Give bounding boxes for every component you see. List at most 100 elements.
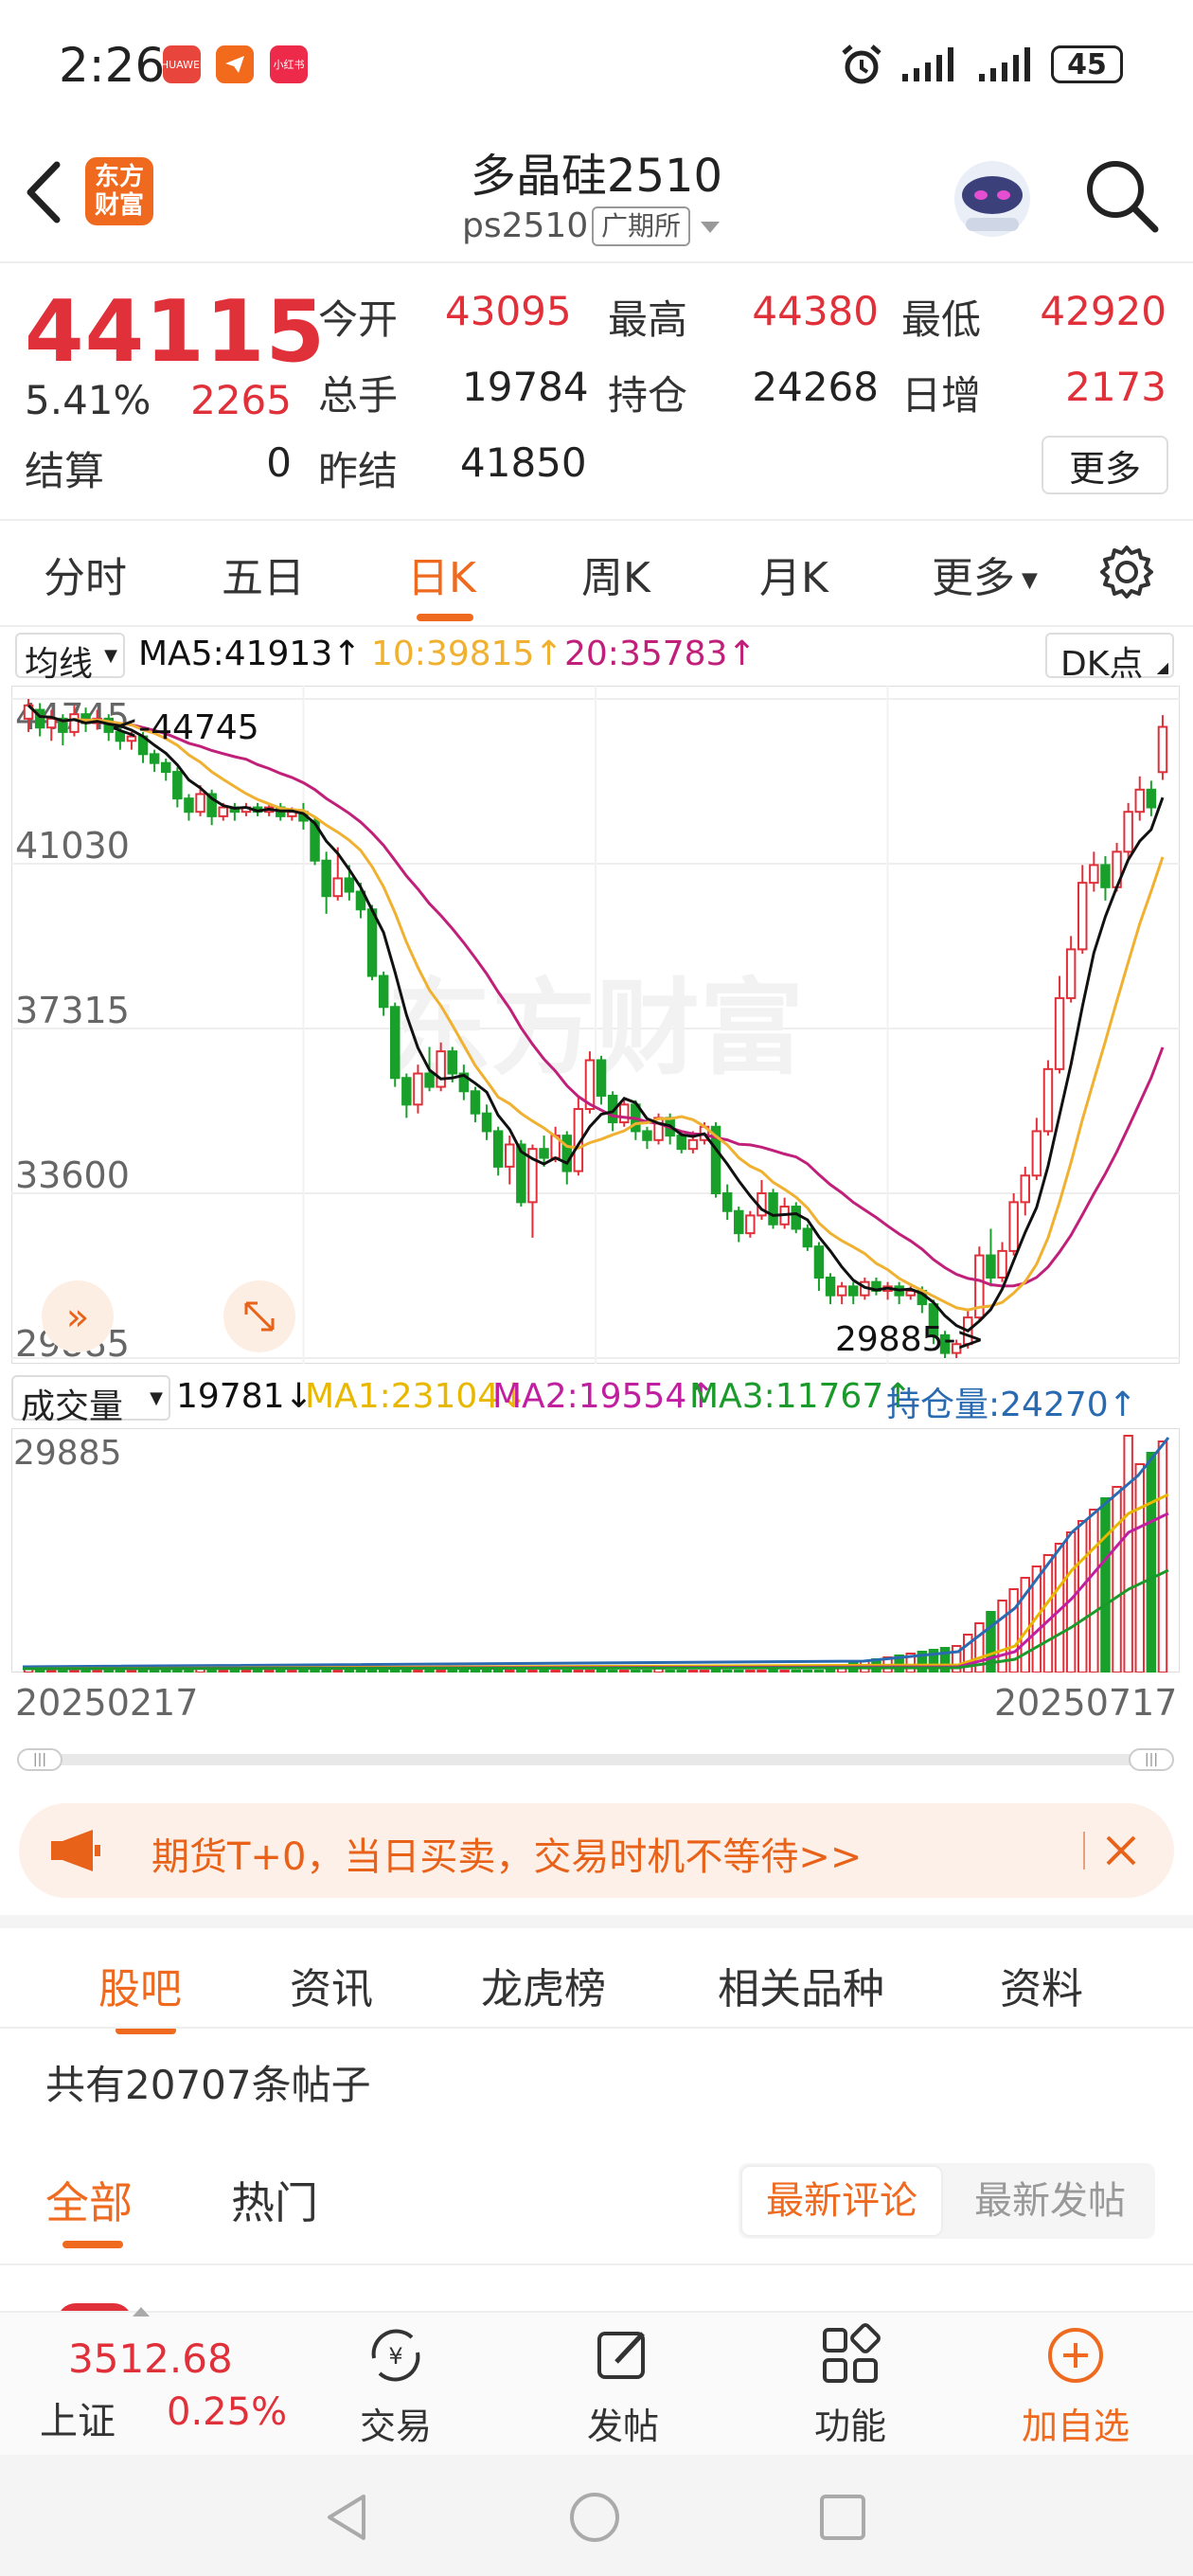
volume-bar	[332, 1670, 343, 1673]
tab-intraday[interactable]: 分时	[44, 544, 127, 604]
post-button[interactable]: 发帖	[557, 2322, 689, 2449]
chart-range-scrollbar[interactable]: ||| |||	[17, 1748, 1174, 1771]
range-handle-right[interactable]: |||	[1129, 1748, 1174, 1771]
edit-icon	[597, 2332, 645, 2379]
tab-monthly-k[interactable]: 月K	[759, 544, 828, 604]
tab-guba[interactable]: 股吧	[98, 1955, 182, 2015]
volume-bar	[550, 1670, 561, 1673]
tab-dragon-tiger[interactable]: 龙虎榜	[481, 1955, 606, 2015]
volume-bar	[699, 1670, 710, 1673]
index-name: 上证	[40, 2400, 116, 2443]
volume-bar	[206, 1670, 217, 1673]
y-tick-label: 41030	[15, 825, 130, 867]
contract-code: ps2510	[462, 206, 589, 245]
tab-news[interactable]: 资讯	[290, 1955, 373, 2015]
more-quote-button[interactable]: 更多	[1042, 436, 1168, 494]
candle-body	[619, 1103, 630, 1124]
oi-label: 持仓	[608, 372, 688, 419]
add-watchlist-label: 加自选	[1021, 2406, 1130, 2447]
robot-assistant-icon[interactable]	[947, 152, 1038, 242]
vol-ma2-value: MA2:19554↑	[492, 1377, 716, 1416]
tab-more[interactable]: 更多 ▼	[932, 544, 1038, 604]
volume-bar	[631, 1670, 641, 1673]
candle-body	[802, 1227, 813, 1248]
alarm-icon	[842, 45, 881, 84]
volume-bar	[516, 1670, 526, 1673]
tab-weekly-k[interactable]: 周K	[581, 544, 650, 604]
candle-body	[676, 1135, 686, 1151]
candle-body	[1146, 788, 1157, 809]
ma-selector[interactable]: 均线 ▼	[15, 633, 125, 684]
tab-daily-k[interactable]: 日K	[407, 544, 476, 604]
prev-settle-label: 昨结	[318, 448, 399, 494]
gear-icon[interactable]	[1098, 544, 1155, 600]
volume-bar	[1157, 1440, 1168, 1673]
paper-plane-app-icon	[216, 45, 254, 83]
bottom-toolbar: 3512.68 上证 0.25% ¥ 交易 发帖 功能 加自选	[0, 2307, 1193, 2457]
signal-icon-2	[979, 47, 1030, 81]
vol-ma3-line	[22, 1568, 1169, 1671]
volume-selector[interactable]: 成交量 ▼	[11, 1375, 170, 1426]
volume-bar	[172, 1670, 183, 1673]
filter-hot[interactable]: 热门	[231, 2169, 318, 2231]
candle-body	[791, 1206, 801, 1230]
low-marker: 29885->	[835, 1320, 985, 1359]
oi-value: 24268	[752, 364, 879, 410]
tab-profile[interactable]: 资料	[1000, 1955, 1083, 2015]
status-bar: 2:26 HUAWEI 小红书 45	[0, 0, 1193, 142]
post-label: 发帖	[586, 2406, 659, 2447]
trade-button[interactable]: ¥ 交易	[329, 2322, 462, 2449]
add-watchlist-button[interactable]: 加自选	[1009, 2322, 1142, 2449]
dk-point-button[interactable]: DK点 ◢	[1045, 633, 1174, 684]
forum-tabs: 股吧 资讯 龙虎榜 相关品种 资料	[0, 1915, 1193, 2042]
tab-five-day[interactable]: 五日	[222, 544, 305, 604]
tab-related[interactable]: 相关品种	[718, 1955, 884, 2015]
start-date: 20250217	[15, 1682, 199, 1724]
candle-body	[1065, 948, 1077, 999]
range-handle-left[interactable]: |||	[17, 1748, 62, 1771]
triangle-up-icon	[133, 2307, 150, 2317]
candle-body	[825, 1276, 836, 1297]
filter-all[interactable]: 全部	[45, 2169, 133, 2231]
volume-bar	[126, 1670, 137, 1673]
volume-bar	[676, 1670, 686, 1673]
settle-label: 结算	[25, 448, 105, 494]
volume-bar	[58, 1670, 68, 1673]
y-tick-label: 37315	[15, 990, 130, 1031]
active-tab-indicator	[417, 614, 473, 621]
function-button[interactable]: 功能	[784, 2322, 917, 2449]
index-value: 3512.68	[68, 2335, 233, 2382]
volume-bar	[355, 1670, 366, 1673]
volume-bar	[390, 1670, 401, 1673]
ma10-value: 10:39815↑	[371, 635, 563, 673]
candle-body	[401, 1077, 412, 1106]
index-ticker[interactable]: 3512.68 上证 0.25%	[0, 2307, 287, 2455]
candle-body	[172, 771, 183, 800]
volume-bar	[413, 1670, 423, 1673]
candle-body	[69, 713, 80, 733]
nav-home-icon[interactable]	[568, 2491, 621, 2544]
volume-bar	[1146, 1452, 1157, 1673]
grid-icon	[823, 2323, 881, 2383]
candle-body	[1089, 864, 1099, 885]
search-icon[interactable]	[1081, 155, 1163, 237]
candle-body	[332, 877, 343, 898]
sort-latest-comment[interactable]: 最新评论	[740, 2165, 943, 2237]
candle-body	[481, 1112, 492, 1133]
chevron-down-icon[interactable]	[699, 220, 721, 235]
candlestick-chart[interactable]: 4474541030373153360029885东方财富<-447452988…	[11, 686, 1180, 1364]
filter-active-indicator	[62, 2241, 123, 2248]
volume-bar	[802, 1670, 813, 1673]
nav-recents-icon[interactable]	[818, 2493, 867, 2542]
nav-back-icon[interactable]	[322, 2491, 371, 2544]
sort-latest-post[interactable]: 最新发帖	[947, 2165, 1153, 2237]
candle-body	[366, 908, 378, 977]
promo-banner[interactable]: 期货T+0，当日买卖，交易时机不等待>>	[19, 1803, 1174, 1898]
volume-bar	[1123, 1435, 1133, 1673]
candle-body	[378, 975, 389, 1009]
open-value: 43095	[445, 288, 572, 334]
volume-chart[interactable]	[11, 1428, 1180, 1673]
close-icon[interactable]	[1102, 1832, 1140, 1869]
daily-inc-value: 2173	[1065, 364, 1166, 410]
candle-body	[734, 1209, 744, 1235]
